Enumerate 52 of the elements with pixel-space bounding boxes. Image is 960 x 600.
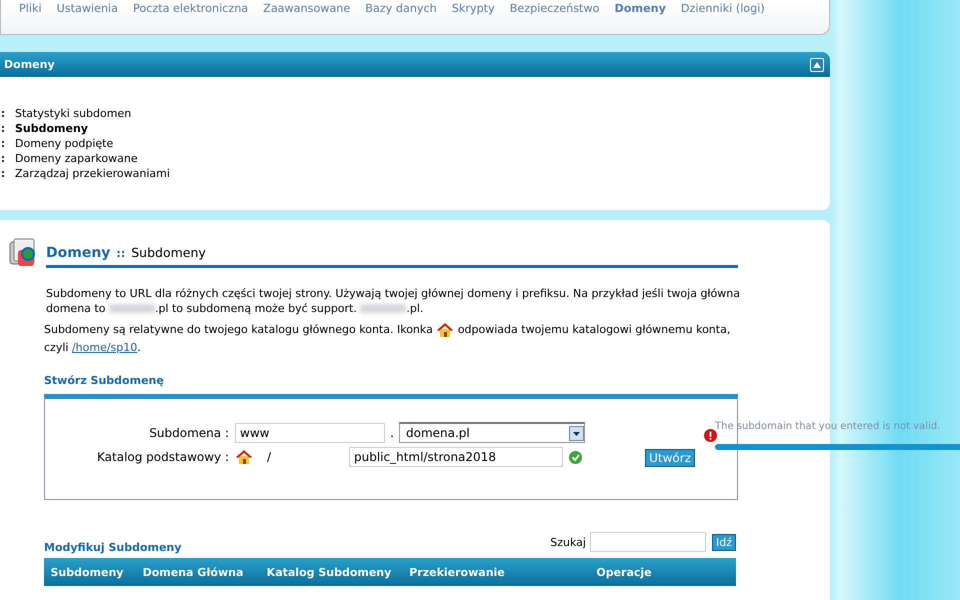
column-header: Domena Główna <box>142 566 244 578</box>
slash-text: / <box>267 450 272 464</box>
collapse-button[interactable] <box>810 58 824 72</box>
search-input[interactable] <box>590 532 706 552</box>
menu-link[interactable]: Subdomeny <box>15 122 88 135</box>
subdomain-input[interactable]: www <box>235 422 385 442</box>
search-label: Szukaj <box>550 536 586 548</box>
bullet-icon <box>2 126 6 132</box>
subdomain-label: Subdomena : <box>148 426 230 440</box>
nav-tab[interactable]: Skrypty <box>452 0 508 15</box>
bullet-icon <box>2 156 6 162</box>
nav-tab[interactable]: Bezpieczeństwo <box>510 0 612 15</box>
bullet-icon <box>2 140 6 146</box>
menu-link[interactable]: Zarządzaj przekierowaniami <box>15 167 170 180</box>
nav-tab[interactable]: Bazy danych <box>365 0 450 15</box>
page-title: Subdomeny <box>131 245 206 260</box>
dot-text: . <box>389 426 395 440</box>
nav-tab[interactable]: Ustawienia <box>56 0 132 15</box>
nav-tab[interactable]: Pliki <box>19 0 55 15</box>
column-header: Subdomeny <box>50 566 124 578</box>
column-header: Operacje <box>595 566 653 578</box>
home-link[interactable]: /home/sp10 <box>72 341 138 354</box>
section-title: Domeny <box>46 245 110 261</box>
dropdown-icon <box>569 426 584 440</box>
menu-link[interactable]: Domeny zaparkowane <box>15 152 138 165</box>
bullet-icon <box>2 170 6 176</box>
note-paragraph: Subdomeny są relatywne do twojego katalogu głównego konta. Ikonka odpowiada twojemu katalogowi głównemu konta, czyli /home/sp10. <box>44 321 732 356</box>
modify-title: Modyfikuj Subdomeny <box>44 541 182 554</box>
domain-select[interactable]: domena.pl <box>399 422 585 443</box>
directory-input[interactable]: public_html/strona2018 <box>349 447 563 467</box>
house-icon <box>235 449 253 465</box>
separator-text: :: <box>116 247 126 260</box>
nav-tab[interactable]: Zaawansowane <box>263 0 364 15</box>
nav-tab[interactable]: Poczta elektroniczna <box>133 0 262 15</box>
nav-tab[interactable]: Dzienniki (logi) <box>680 0 778 15</box>
menu-link[interactable]: Domeny podpięte <box>15 137 114 150</box>
intro-paragraph: Subdomeny to URL dla różnych części twojej strony. Używają twojej głównej domeny i prefiksu. Na przykład jeśli twoja główna domena to .pl to subdomeną może być support. .pl. <box>46 286 741 316</box>
directory-label: Katalog podstawowy : <box>97 450 229 464</box>
bullet-icon <box>2 110 6 116</box>
panel-title: Domeny <box>4 58 55 71</box>
menu-link[interactable]: Statystyki subdomen <box>15 107 132 120</box>
nav-tab[interactable]: Domeny <box>614 0 679 15</box>
column-header: Katalog Subdomeny <box>266 566 392 578</box>
error-icon <box>704 429 717 442</box>
go-button[interactable]: Idź <box>712 534 736 550</box>
up-arrow-icon <box>813 62 821 68</box>
house-icon <box>436 322 454 338</box>
column-header: Przekierowanie <box>408 566 506 578</box>
blurred-text <box>360 304 406 314</box>
create-button[interactable]: Utwórz <box>645 449 695 467</box>
blurred-text <box>108 304 155 314</box>
create-title: Stwórz Subdomenę <box>44 374 164 387</box>
